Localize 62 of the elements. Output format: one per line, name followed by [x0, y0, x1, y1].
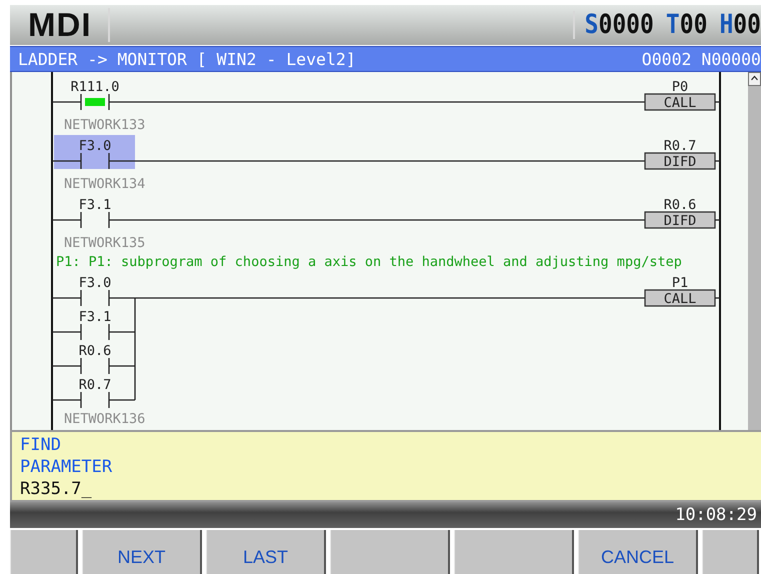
rung-wire [52, 297, 81, 299]
coil-operand: P1 [672, 275, 688, 291]
input-field[interactable]: R335.7_ [20, 478, 753, 500]
rung-wire [52, 331, 81, 333]
rung-wire [52, 365, 81, 367]
contact-symbol[interactable] [80, 94, 110, 110]
rung-wire [52, 219, 81, 221]
softkey[interactable] [10, 530, 78, 574]
rung-comment: P1: P1: subprogram of choosing a axis on the handwheel and adjusting mpg/step [56, 254, 682, 270]
rung-wire [715, 101, 720, 103]
instruction-label: DIFD [664, 213, 696, 229]
contact-label: F3.0 [78, 275, 112, 291]
contact-symbol[interactable] [80, 212, 110, 228]
network-label: NETWORK133 [64, 117, 146, 133]
instruction-box [644, 93, 716, 111]
contact-label: F3.1 [78, 197, 112, 213]
coil-operand: R0.6 [664, 197, 696, 213]
instruction-label: CALL [664, 95, 696, 111]
instruction-box [644, 289, 716, 307]
contact-label: R111.0 [70, 79, 120, 95]
network-label: NETWORK134 [64, 176, 146, 192]
contact-label: R0.6 [78, 343, 112, 359]
mode-label: MDI [10, 8, 110, 42]
contact-label: F3.1 [78, 309, 112, 325]
rung-wire [52, 160, 81, 162]
instruction-label: DIFD [664, 154, 696, 170]
network-label: NETWORK136 [64, 411, 146, 427]
status-readout: H00 [719, 10, 761, 40]
contact-label: R0.7 [78, 377, 112, 393]
rung-wire [715, 219, 720, 221]
softkey[interactable]: NEXT [82, 530, 202, 574]
rung-wire [52, 399, 81, 401]
instruction-label: CALL [664, 291, 696, 307]
scrollbar[interactable] [748, 72, 761, 430]
network-label: NETWORK135 [64, 235, 146, 251]
rung-wire [715, 160, 720, 162]
rung-wire [109, 365, 135, 367]
rung-wire [109, 399, 135, 401]
instruction-box [644, 211, 716, 229]
softkey[interactable]: LAST [206, 530, 326, 574]
contact-label: F3.0 [78, 138, 112, 154]
status-readout: S0000 [584, 10, 654, 40]
rung-wire [52, 101, 81, 103]
status-readout: T00 [666, 10, 708, 40]
contact-symbol[interactable] [80, 324, 110, 340]
clock-time: 10:08:29 [675, 505, 757, 525]
window-title: LADDER -> MONITOR [ WIN2 - Level2] [18, 50, 356, 68]
coil-operand: R0.7 [664, 138, 696, 154]
softkey[interactable]: CANCEL [578, 530, 698, 574]
coil-operand: P0 [672, 79, 688, 95]
rung-wire [715, 297, 720, 299]
contact-symbol[interactable] [80, 153, 110, 169]
softkey[interactable] [702, 530, 759, 574]
contact-symbol[interactable] [80, 358, 110, 374]
field-label: PARAMETER [20, 456, 114, 478]
contact-symbol[interactable] [80, 290, 110, 306]
contact-symbol[interactable] [80, 392, 110, 408]
instruction-box [644, 152, 716, 170]
program-number: O0002 N00000 [642, 50, 761, 68]
scroll-up-icon[interactable] [748, 72, 761, 86]
rung-wire [109, 331, 135, 333]
find-title: FIND [20, 434, 62, 456]
